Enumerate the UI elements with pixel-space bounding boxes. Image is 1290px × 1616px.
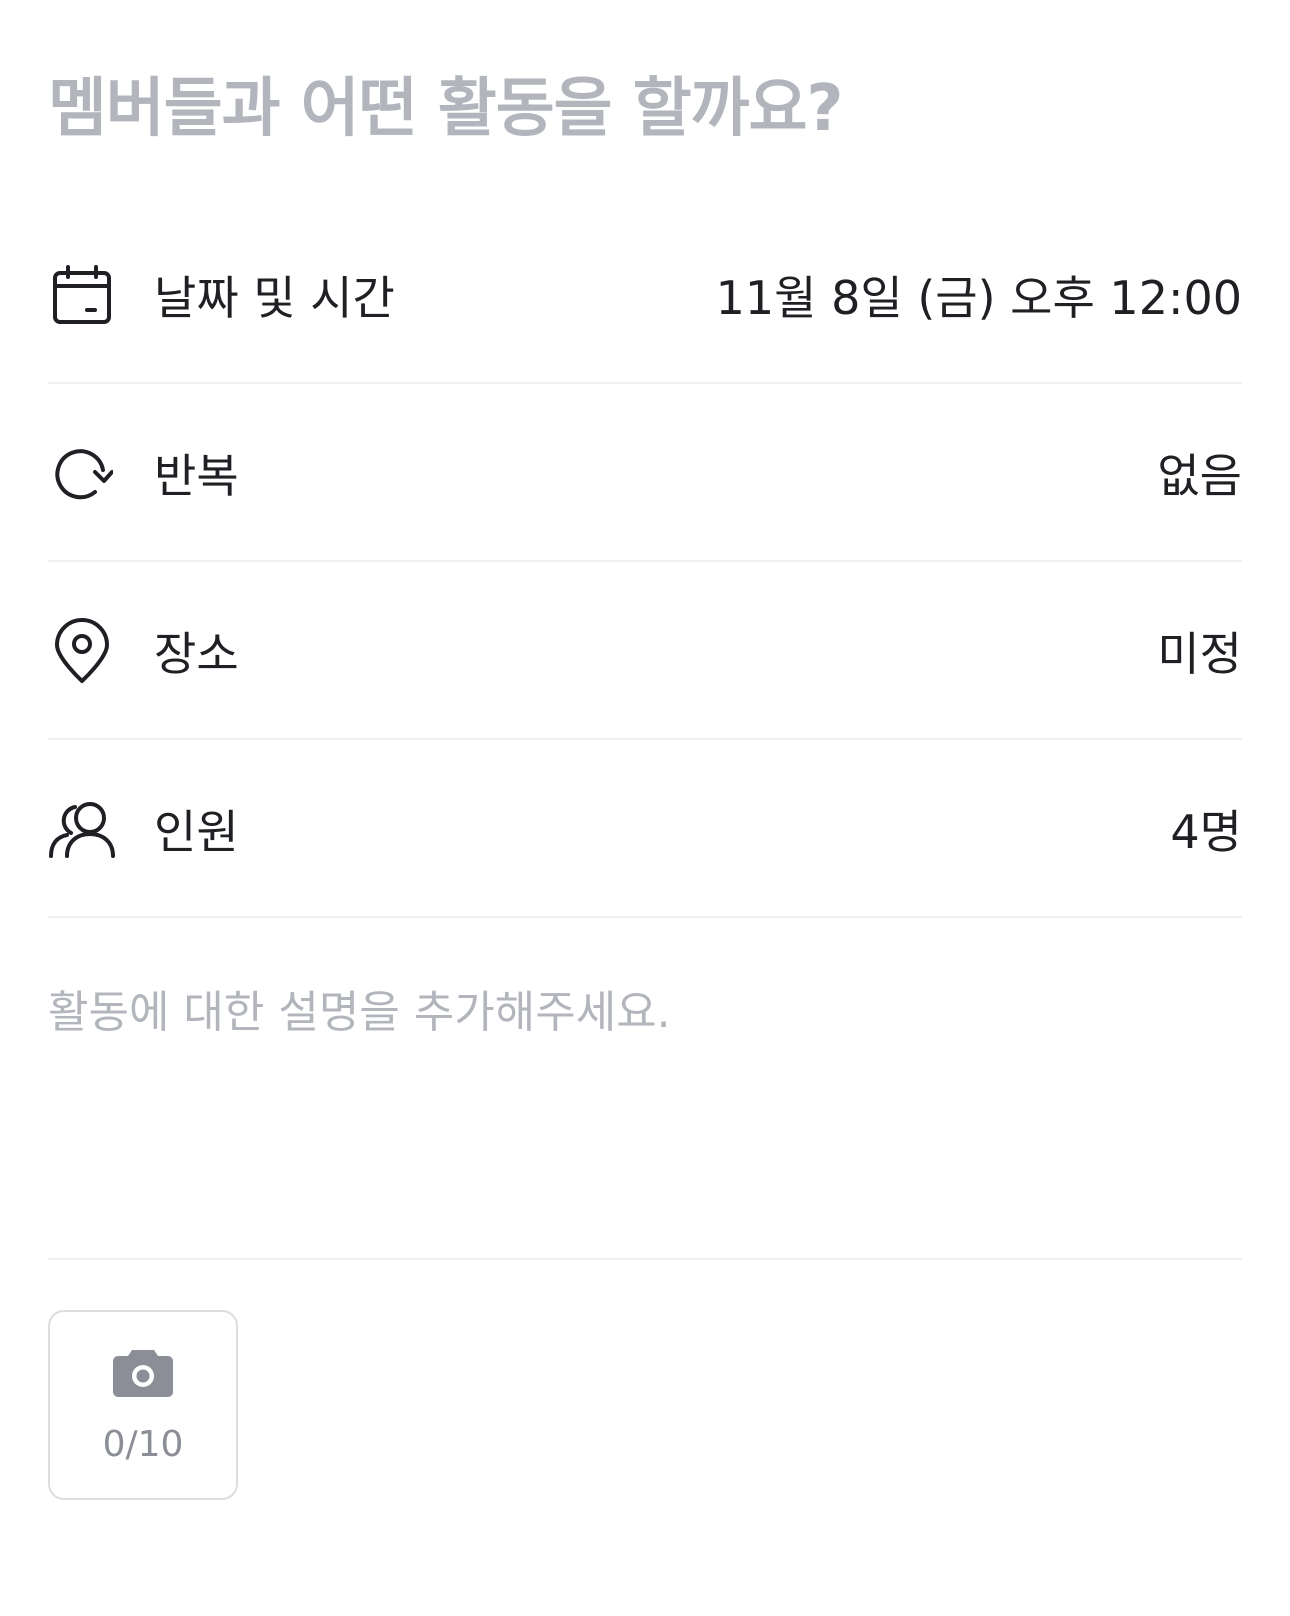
date-time-label: 날짜 및 시간 [154, 271, 395, 325]
repeat-value: 없음 [1157, 449, 1242, 503]
camera-icon [112, 1346, 174, 1398]
repeat-label: 반복 [154, 449, 239, 503]
calendar-icon [48, 261, 116, 329]
activity-title-input[interactable]: 멤버들과 어떤 활동을 할까요? [48, 64, 1242, 154]
location-pin-icon [48, 617, 116, 685]
description-placeholder: 활동에 대한 설명을 추가해주세요. [48, 987, 671, 1038]
date-time-value: 11월 8일 (금) 오후 12:00 [715, 271, 1242, 325]
place-label: 장소 [154, 627, 239, 681]
add-photo-button[interactable]: 0/10 [48, 1310, 238, 1500]
photo-count-label: 0/10 [102, 1423, 184, 1465]
date-time-row[interactable]: 날짜 및 시간 11월 8일 (금) 오후 12:00 [48, 208, 1242, 384]
place-value: 미정 [1157, 627, 1242, 681]
people-icon [48, 795, 116, 863]
people-label: 인원 [154, 805, 239, 859]
people-row[interactable]: 인원 4명 [48, 742, 1242, 918]
place-row[interactable]: 장소 미정 [48, 564, 1242, 740]
repeat-icon [48, 439, 116, 507]
people-value: 4명 [1170, 805, 1242, 859]
description-textarea[interactable]: 활동에 대한 설명을 추가해주세요. [48, 920, 1242, 1260]
repeat-row[interactable]: 반복 없음 [48, 386, 1242, 562]
